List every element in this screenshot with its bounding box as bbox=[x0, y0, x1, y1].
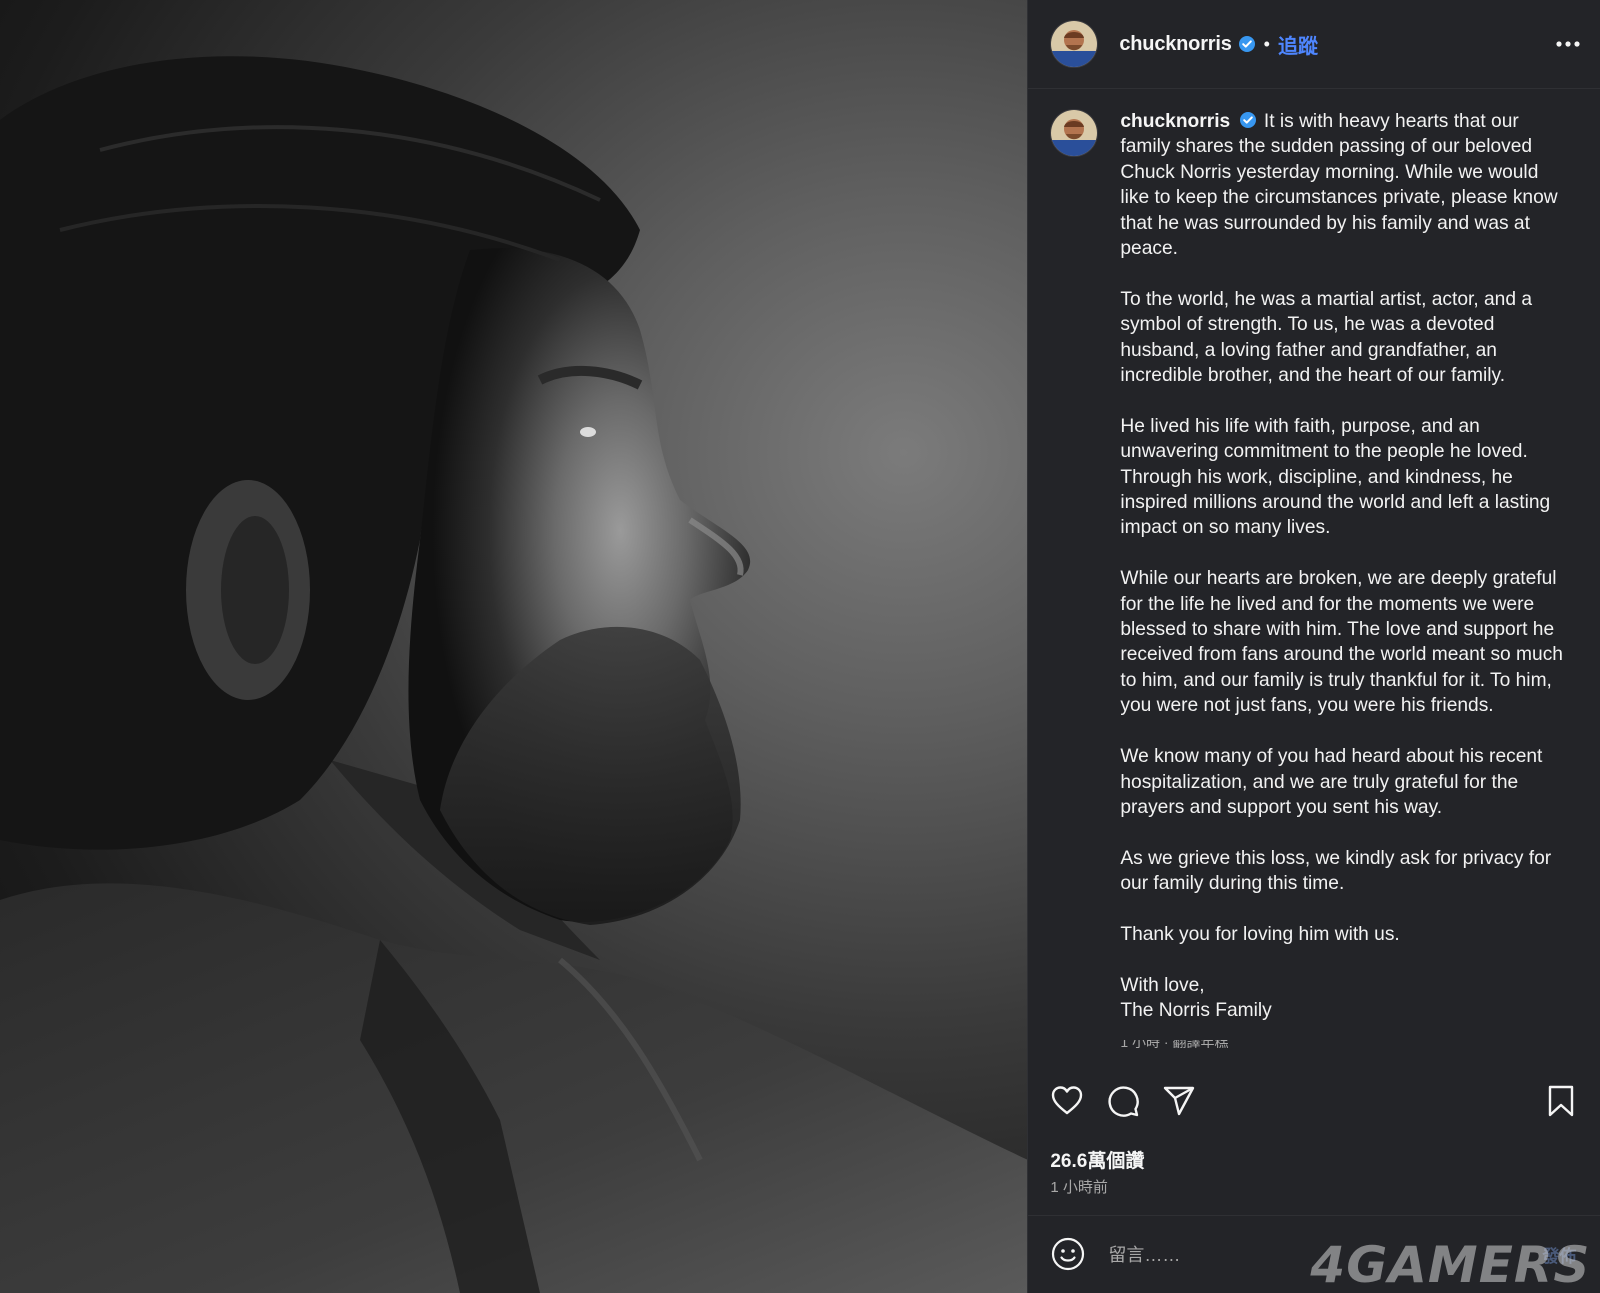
caption-paragraph: While our hearts are broken, we are deep… bbox=[1120, 568, 1563, 717]
verified-badge-icon bbox=[1238, 35, 1256, 53]
caption-meta-cut: 1 小時 · 翻譯年糕 bbox=[1120, 1040, 1229, 1048]
post-timestamp[interactable]: 1 小時前 bbox=[1050, 1176, 1108, 1197]
caption-paragraph: Thank you for loving him with us. bbox=[1120, 923, 1400, 945]
more-horizontal-icon[interactable] bbox=[1554, 30, 1582, 58]
post-modal: chucknorris • 追蹤 chucknorris It is with … bbox=[0, 0, 1600, 1293]
comment-bar: 發佈 4GAMERS bbox=[1028, 1215, 1600, 1293]
caption-paragraph: He lived his life with faith, purpose, a… bbox=[1120, 415, 1551, 539]
post-photo[interactable] bbox=[0, 0, 1028, 1293]
heart-icon[interactable] bbox=[1050, 1084, 1084, 1118]
like-count[interactable]: 26.6萬個讚 bbox=[1050, 1146, 1144, 1173]
caption-paragraph: chucknorris It is with heavy hearts that… bbox=[1120, 109, 1568, 261]
avatar-image bbox=[1051, 110, 1098, 156]
caption-avatar[interactable] bbox=[1050, 109, 1099, 157]
comment-icon[interactable] bbox=[1106, 1084, 1140, 1118]
post-header: chucknorris • 追蹤 bbox=[1028, 0, 1600, 89]
follow-button[interactable]: 追蹤 bbox=[1278, 30, 1318, 59]
bookmark-icon[interactable] bbox=[1544, 1084, 1578, 1118]
caption-scroll-area[interactable]: chucknorris It is with heavy hearts that… bbox=[1028, 89, 1600, 1067]
watermark-logo: 4GAMERS bbox=[1310, 1236, 1591, 1293]
post-caption: chucknorris It is with heavy hearts that… bbox=[1120, 109, 1568, 1024]
caption-paragraph: As we grieve this loss, we kindly ask fo… bbox=[1120, 847, 1552, 895]
caption-paragraph: To the world, he was a martial artist, a… bbox=[1120, 288, 1533, 387]
caption-signoff: With love, The Norris Family bbox=[1120, 973, 1568, 1024]
share-icon[interactable] bbox=[1162, 1084, 1196, 1118]
caption-signoff-line: The Norris Family bbox=[1120, 1000, 1272, 1022]
post-side-panel: chucknorris • 追蹤 chucknorris It is with … bbox=[1027, 0, 1600, 1293]
avatar[interactable] bbox=[1050, 20, 1099, 68]
header-separator: • bbox=[1263, 33, 1270, 54]
post-actions bbox=[1028, 1070, 1600, 1130]
caption-text: It is with heavy hearts that our family … bbox=[1120, 111, 1558, 260]
avatar-image bbox=[1051, 21, 1098, 67]
caption-paragraph: We know many of you had heard about his … bbox=[1120, 746, 1543, 818]
emoji-icon[interactable] bbox=[1050, 1236, 1086, 1272]
caption-signoff-line: With love, bbox=[1120, 974, 1205, 996]
portrait-photo bbox=[0, 56, 1028, 1293]
verified-badge-icon bbox=[1239, 111, 1257, 129]
header-username[interactable]: chucknorris bbox=[1119, 33, 1231, 56]
caption-username[interactable]: chucknorris bbox=[1120, 111, 1230, 132]
